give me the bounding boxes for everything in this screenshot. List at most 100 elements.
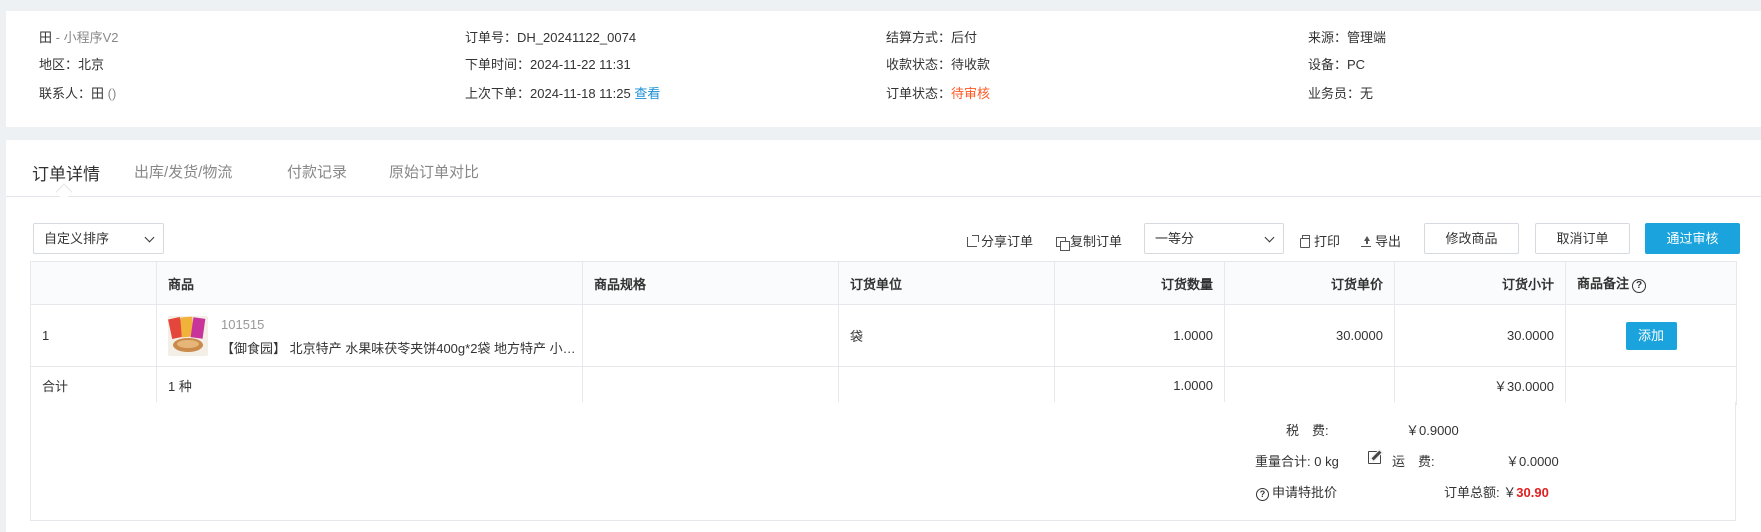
salesman-value: 无: [1360, 86, 1374, 101]
active-tab-caret: [55, 183, 73, 201]
copy-order-label: 复制订单: [1070, 234, 1123, 249]
product-thumbnail[interactable]: [168, 315, 208, 356]
export-label: 导出: [1375, 234, 1402, 249]
add-remark-button[interactable]: 添加: [1625, 321, 1677, 350]
weight-label: 重量合计:: [1255, 454, 1311, 469]
payment-status-line: 收款状态：待收款: [886, 54, 990, 73]
tax-value: ￥0.9000: [1406, 423, 1459, 438]
contact-value: 田: [91, 86, 105, 101]
product-name[interactable]: 【御食园】 北京特产 水果味茯苓夹饼400g*2袋 地方特产 小吃零食: [221, 338, 576, 357]
product-spec: [582, 304, 839, 367]
tab-order-detail[interactable]: 订单详情: [32, 160, 100, 185]
special-price-label: 申请特批价: [1272, 485, 1338, 500]
product-cell: 101515 【御食园】 北京特产 水果味茯苓夹饼400g*2袋 地方特产 小吃…: [156, 304, 583, 367]
source-value: 管理端: [1347, 30, 1387, 45]
order-status-label: 订单状态：: [886, 86, 952, 101]
freight-label: 运 费:: [1392, 454, 1435, 469]
product-qty: 1.0000: [1054, 304, 1225, 367]
col-qty-header: 订货数量: [1054, 261, 1225, 305]
order-time-value: 2024-11-22 11:31: [530, 57, 631, 72]
device-label: 设备：: [1308, 57, 1348, 72]
export-button[interactable]: 导出: [1361, 231, 1401, 250]
settle-line: 结算方式：后付: [886, 27, 977, 46]
source-line: 来源：管理端: [1308, 27, 1386, 46]
row-index: 1: [30, 304, 157, 367]
order-totals-box: 税 费: ￥0.9000 重量合计: 0 kg 运 费: ￥0.0000 ? 申请…: [30, 402, 1736, 521]
payment-status-value: 待收款: [951, 57, 991, 72]
question-circle-icon: ?: [1256, 488, 1269, 501]
summary-kinds: 1 种: [156, 366, 583, 405]
col-spec-header: 商品规格: [582, 261, 839, 305]
remark-header-label: 商品备注: [1577, 276, 1630, 291]
summary-label: 合计: [30, 366, 157, 405]
product-image: [168, 315, 208, 356]
device-value: PC: [1347, 57, 1366, 72]
order-total-label: 订单总额:: [1444, 485, 1500, 500]
tab-bar: 订单详情 出库/发货/物流 付款记录 原始订单对比: [6, 140, 1761, 201]
print-button[interactable]: 打印: [1300, 231, 1340, 250]
col-price-header: 订货单价: [1224, 261, 1395, 305]
region-value: 北京: [78, 57, 105, 72]
share-icon: [967, 235, 979, 247]
order-info-panel: 田 - 小程序V2 地区：北京 联系人：田 () 订单号：DH_20241122…: [6, 11, 1761, 127]
tab-original-compare[interactable]: 原始订单对比: [389, 161, 479, 182]
product-table: 商品 商品规格 订货单位 订货数量 订货单价 订货小计 商品备注? 1 1015…: [30, 261, 1737, 405]
weight-line: 重量合计: 0 kg: [1255, 451, 1339, 470]
product-remark-cell: 添加: [1565, 304, 1737, 367]
order-status-badge: 待审核: [951, 86, 991, 101]
customer-source: - 小程序V2: [55, 30, 119, 45]
order-no-label: 订单号：: [465, 30, 518, 45]
customer-name: 田: [39, 30, 53, 45]
summary-qty: 1.0000: [1054, 366, 1225, 405]
approve-order-button[interactable]: 通过审核: [1645, 223, 1740, 254]
tab-payment-records[interactable]: 付款记录: [287, 161, 347, 182]
settle-label: 结算方式：: [886, 30, 952, 45]
order-total-line: 订单总额: ￥30.90: [1444, 482, 1549, 501]
summary-subtotal: ￥30.0000: [1394, 366, 1566, 405]
contact-line: 联系人：田 (): [39, 83, 116, 102]
product-subtotal: 30.0000: [1394, 304, 1566, 367]
grade-select[interactable]: 一等分: [1144, 223, 1284, 254]
region-label: 地区：: [39, 57, 79, 72]
summary-row: 合计 1 种 1.0000 ￥30.0000: [30, 366, 1737, 405]
cancel-order-button[interactable]: 取消订单: [1535, 223, 1630, 254]
order-status-line: 订单状态：待审核: [886, 83, 990, 102]
edit-freight-icon[interactable]: [1368, 451, 1381, 464]
order-time-line: 下单时间：2024-11-22 11:31: [465, 54, 631, 73]
view-last-order-link[interactable]: 查看: [634, 86, 660, 101]
order-total-value: 30.90: [1516, 485, 1549, 500]
product-code: 101515: [221, 316, 265, 332]
col-subtotal-header: 订货小计: [1394, 261, 1566, 305]
col-index-header: [30, 261, 157, 305]
contact-extra: (): [107, 86, 117, 101]
weight-value: 0 kg: [1314, 454, 1339, 469]
product-info: 101515 【御食园】 北京特产 水果味茯苓夹饼400g*2袋 地方特产 小吃…: [168, 312, 576, 360]
product-unit: 袋: [838, 304, 1055, 367]
last-order-value: 2024-11-18 11:25: [530, 86, 631, 101]
contact-label: 联系人：: [39, 86, 92, 101]
region-line: 地区：北京: [39, 54, 104, 73]
order-time-label: 下单时间：: [465, 57, 531, 72]
copy-icon: [1056, 237, 1070, 251]
share-order-button[interactable]: 分享订单: [967, 231, 1033, 250]
share-order-label: 分享订单: [981, 234, 1034, 249]
table-header-row: 商品 商品规格 订货单位 订货数量 订货单价 订货小计 商品备注?: [30, 261, 1737, 305]
export-icon: [1361, 236, 1371, 247]
order-no-line: 订单号：DH_20241122_0074: [465, 27, 636, 46]
chevron-down-icon: [1264, 232, 1275, 243]
chevron-down-icon: [144, 232, 155, 243]
tab-shipping[interactable]: 出库/发货/物流: [134, 161, 232, 182]
order-total-currency: ￥: [1503, 485, 1517, 500]
col-remark-header: 商品备注?: [1565, 261, 1737, 305]
freight-value: ￥0.0000: [1506, 454, 1559, 469]
copy-order-button[interactable]: 复制订单: [1056, 231, 1123, 251]
print-label: 打印: [1314, 234, 1341, 249]
sort-select[interactable]: 自定义排序: [33, 223, 164, 254]
payment-status-label: 收款状态：: [886, 57, 952, 72]
salesman-label: 业务员：: [1308, 86, 1361, 101]
salesman-line: 业务员：无: [1308, 83, 1373, 102]
modify-products-button[interactable]: 修改商品: [1424, 223, 1519, 254]
question-circle-icon[interactable]: ?: [1632, 279, 1647, 293]
special-price-link[interactable]: ? 申请特批价: [1256, 482, 1337, 501]
last-order-label: 上次下单：: [465, 86, 531, 101]
